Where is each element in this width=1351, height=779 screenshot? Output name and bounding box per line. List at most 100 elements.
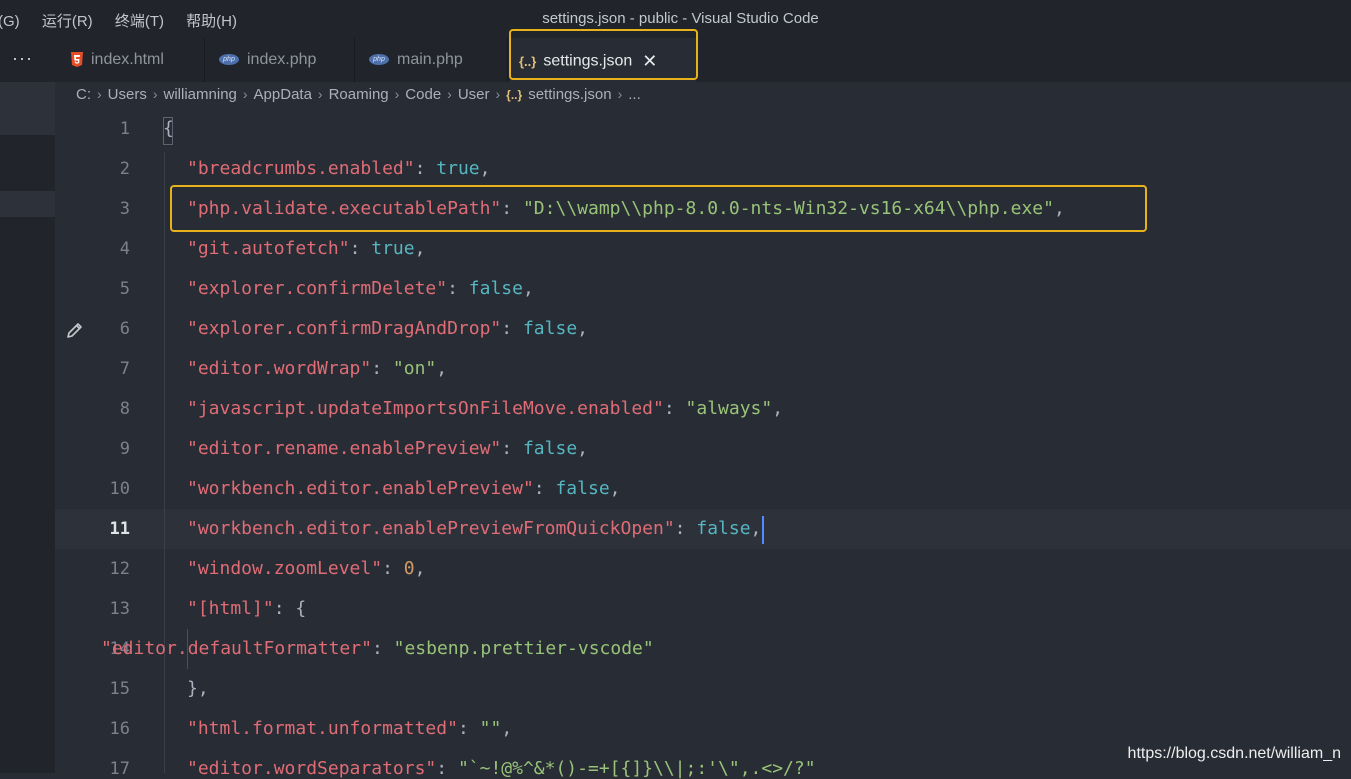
code-comma: , — [750, 518, 762, 539]
code-comma: , — [522, 278, 534, 299]
json-value: "`~!@%^&*()-=+[{]}\\|;:'\",.<>/?" — [457, 758, 816, 779]
code-comma: , — [772, 398, 784, 419]
breadcrumb-item[interactable]: User — [458, 86, 490, 103]
line-number: 7 — [119, 359, 130, 379]
code-colon: : — [414, 158, 437, 179]
json-key: "workbench.editor.enablePreview" — [187, 478, 534, 499]
sidebar — [0, 38, 55, 773]
line-number: 17 — [109, 759, 130, 779]
json-key: "javascript.updateImportsOnFileMove.enab… — [187, 398, 664, 419]
code-colon: : — [501, 318, 523, 339]
code-line[interactable]: "editor.wordWrap": "on", — [187, 358, 447, 379]
breadcrumb-item[interactable]: Users — [108, 86, 147, 103]
chevron-right-icon: › — [495, 86, 501, 102]
json-value: false — [522, 438, 578, 459]
breadcrumb-item[interactable]: ... — [628, 86, 641, 103]
line-number: 5 — [119, 279, 130, 299]
code-line[interactable]: "editor.wordSeparators": "`~!@%^&*()-=+[… — [187, 758, 816, 779]
breadcrumb-item[interactable]: C: — [76, 86, 91, 103]
breadcrumb-item[interactable]: Roaming — [329, 86, 389, 103]
tab-index-php[interactable]: php index.php — [205, 38, 355, 82]
chevron-right-icon: › — [242, 86, 248, 102]
settings-tab-highlight-box — [509, 29, 698, 80]
chevron-right-icon: › — [317, 86, 323, 102]
code-line[interactable]: "html.format.unformatted": "", — [187, 718, 512, 739]
code-line[interactable]: "javascript.updateImportsOnFileMove.enab… — [187, 398, 783, 419]
json-icon: {..} — [506, 88, 523, 102]
json-key: "[html]" — [187, 598, 274, 619]
breadcrumb-item[interactable]: AppData — [254, 86, 312, 103]
json-value: true — [371, 238, 415, 259]
code-punctuation: { — [163, 118, 174, 139]
sidebar-selected-item[interactable] — [0, 82, 55, 135]
tab-label: index.html — [91, 51, 164, 68]
chevron-right-icon: › — [617, 86, 623, 102]
line-number: 4 — [119, 239, 130, 259]
json-key: "editor.defaultFormatter" — [101, 638, 372, 659]
code-line[interactable]: }, — [187, 678, 209, 699]
code-line[interactable]: "workbench.editor.enablePreview": false, — [187, 478, 621, 499]
html5-icon — [71, 52, 83, 68]
tab-index-html[interactable]: index.html — [55, 38, 205, 82]
line-number: 3 — [119, 199, 130, 219]
code-line[interactable]: "editor.defaultFormatter": "esbenp.prett… — [101, 638, 654, 659]
executable-path-highlight-box — [170, 185, 1147, 232]
line-number: 16 — [109, 719, 130, 739]
code-colon: : — [371, 638, 394, 659]
json-value: 0 — [403, 558, 415, 579]
code-line[interactable]: "breadcrumbs.enabled": true, — [187, 158, 490, 179]
code-punctuation: }, — [187, 678, 209, 699]
text-cursor — [762, 516, 764, 544]
line-number: 6 — [119, 319, 130, 339]
tab-overflow-button[interactable]: ··· — [12, 48, 33, 69]
code-colon: : — [457, 718, 480, 739]
line-number: 11 — [109, 519, 130, 539]
line-number: 2 — [119, 159, 130, 179]
line-number: 13 — [109, 599, 130, 619]
json-value: "" — [479, 718, 502, 739]
tab-main-php[interactable]: php main.php — [355, 38, 508, 82]
code-comma: , — [577, 318, 588, 339]
code-colon: : — [349, 238, 372, 259]
php-icon: php — [369, 54, 389, 66]
php-icon: php — [219, 54, 239, 66]
breadcrumb: C: › Users › williamning › AppData › Roaming › Cod… — [55, 82, 1351, 112]
code-line[interactable]: { — [163, 118, 174, 139]
code-comma: , — [577, 438, 588, 459]
json-value: "on" — [392, 358, 437, 379]
code-line[interactable]: "window.zoomLevel": 0, — [187, 558, 425, 579]
code-colon: : — [533, 478, 556, 499]
json-value: "always" — [685, 398, 773, 419]
code-comma: , — [479, 158, 491, 179]
code-colon: : — [674, 518, 697, 539]
code-colon: : — [447, 278, 469, 299]
json-key: "explorer.confirmDelete" — [187, 278, 448, 299]
code-line[interactable]: "[html]": { — [187, 598, 306, 619]
json-value: false — [555, 478, 610, 499]
code-line[interactable]: "git.autofetch": true, — [187, 238, 425, 259]
code-comma: , — [501, 718, 513, 739]
breadcrumb-item[interactable]: Code — [405, 86, 441, 103]
json-key: "git.autofetch" — [187, 238, 350, 259]
breadcrumb-item[interactable]: williamning — [164, 86, 237, 103]
json-value: { — [295, 598, 307, 619]
line-number: 15 — [109, 679, 130, 699]
json-key: "editor.wordSeparators" — [187, 758, 437, 779]
code-line[interactable]: "workbench.editor.enablePreviewFromQuick… — [187, 518, 761, 539]
sidebar-item[interactable] — [0, 191, 55, 217]
code-line[interactable]: "explorer.confirmDragAndDrop": false, — [187, 318, 588, 339]
tab-label: index.php — [247, 51, 317, 68]
code-comma: , — [436, 358, 448, 379]
code-line[interactable]: "explorer.confirmDelete": false, — [187, 278, 534, 299]
breadcrumb-item[interactable]: settings.json — [528, 86, 611, 103]
code-comma: , — [414, 558, 426, 579]
code-colon: : — [382, 558, 404, 579]
json-value: false — [468, 278, 523, 299]
code-colon: : — [436, 758, 458, 779]
line-number: 12 — [109, 559, 130, 579]
code-colon: : — [663, 398, 686, 419]
code-line[interactable]: "editor.rename.enablePreview": false, — [187, 438, 588, 459]
json-key: "workbench.editor.enablePreviewFromQuick… — [187, 518, 675, 539]
json-key: "editor.wordWrap" — [187, 358, 372, 379]
json-value: true — [436, 158, 480, 179]
